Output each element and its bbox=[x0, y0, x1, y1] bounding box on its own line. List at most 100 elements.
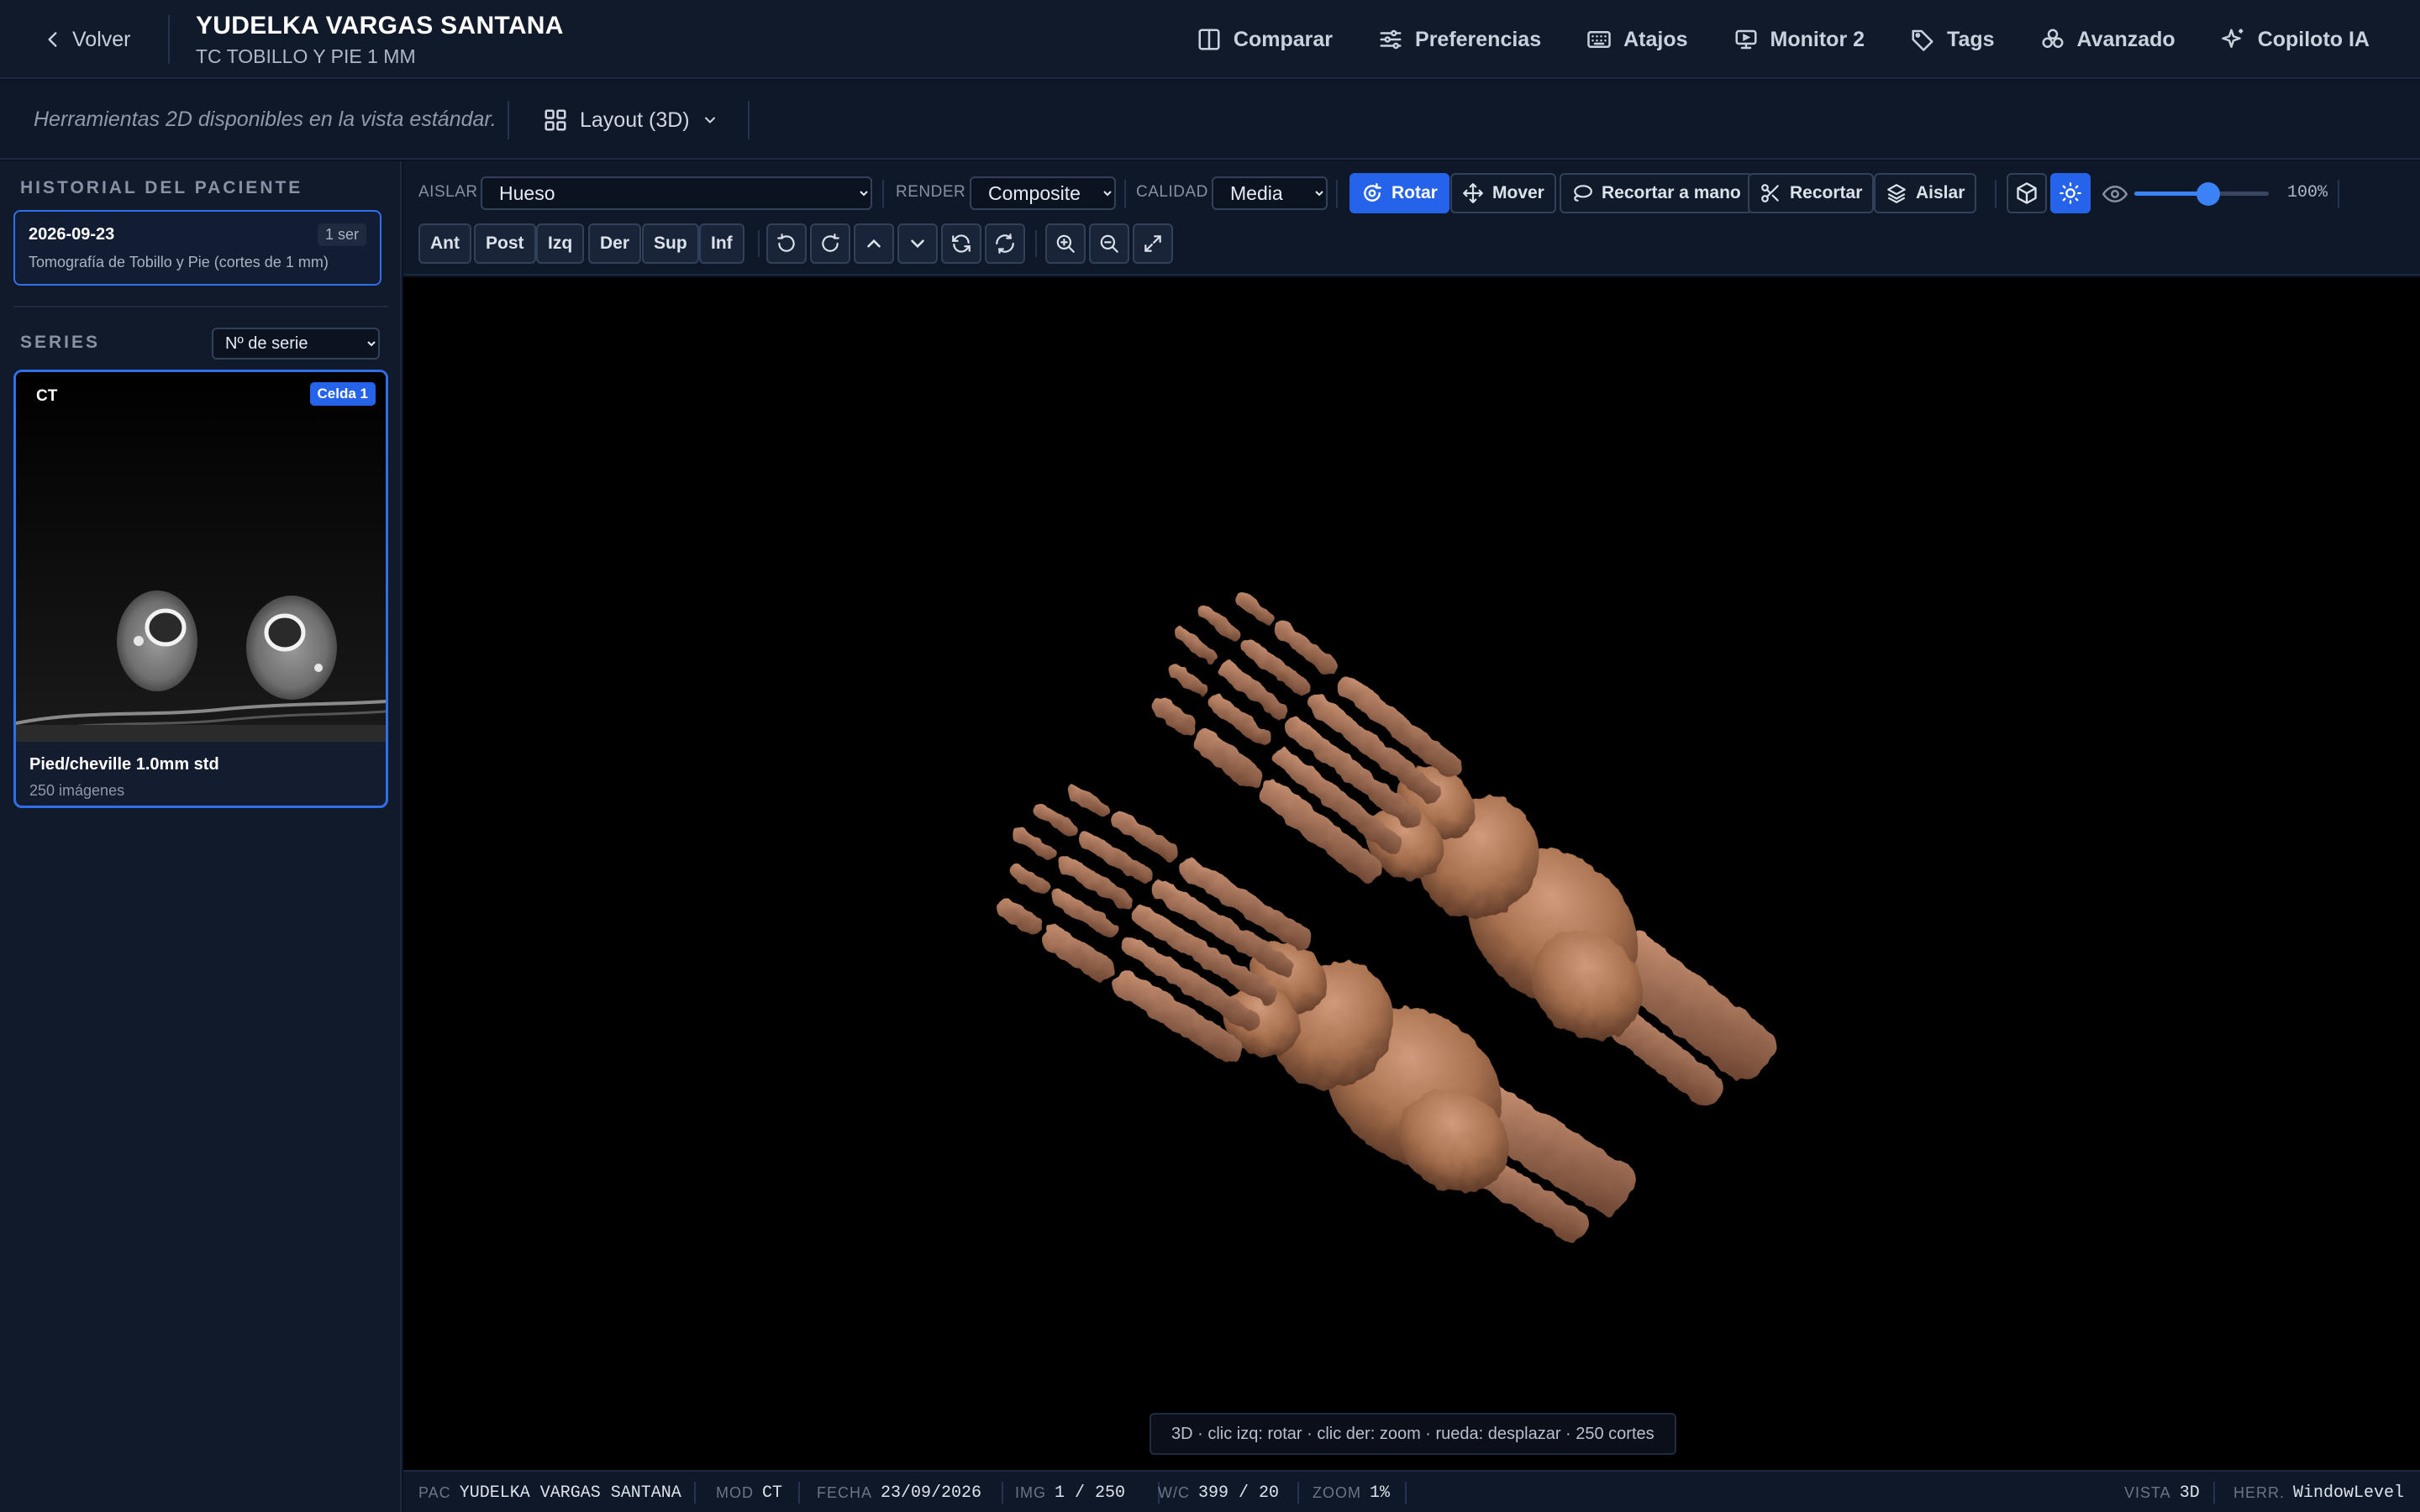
render-label: RENDER bbox=[896, 183, 966, 201]
reset-rotation-button[interactable] bbox=[985, 223, 1025, 264]
toolbar-divider bbox=[1035, 230, 1037, 257]
status-window-center: W/C 399 / 20 bbox=[1158, 1483, 1279, 1503]
status-value: WindowLevel bbox=[2293, 1483, 2405, 1503]
status-tool: HERR. WindowLevel bbox=[2233, 1483, 2404, 1503]
crop-label: Recortar bbox=[1790, 183, 1863, 202]
toolbar-divider bbox=[1124, 180, 1126, 208]
zoom-in-button[interactable] bbox=[1045, 223, 1086, 264]
series-sort-select[interactable]: Nº de serie bbox=[212, 328, 380, 360]
tilt-up-button[interactable] bbox=[854, 223, 894, 264]
quality-select[interactable]: Media bbox=[1212, 176, 1328, 210]
status-value: 1 / 250 bbox=[1055, 1483, 1126, 1503]
patient-block: YUDELKA VARGAS SANTANA TC TOBILLO Y PIE … bbox=[196, 12, 564, 68]
status-key: W/C bbox=[1158, 1484, 1190, 1501]
status-modality: MOD CT bbox=[716, 1483, 782, 1503]
ai-copilot-label: Copiloto IA bbox=[2257, 27, 2370, 51]
monitor-2-button[interactable]: Monitor 2 bbox=[1733, 27, 1865, 52]
viewport-hint: 3D · clic izq: rotar · clic der: zoom · … bbox=[1150, 1413, 1676, 1455]
series-image-count: 250 imágenes bbox=[29, 782, 125, 799]
rotate-3d-icon bbox=[1364, 182, 1381, 202]
molecule-icon bbox=[2042, 29, 2064, 48]
study-card-description: Tomografía de Tobillo y Pie (cortes de 1… bbox=[29, 254, 329, 270]
scissors-icon bbox=[1761, 184, 1779, 202]
isolate-select[interactable]: Hueso bbox=[481, 176, 872, 210]
status-divider bbox=[1405, 1482, 1407, 1504]
move-tool-button[interactable]: Mover bbox=[1450, 173, 1556, 213]
fit-view-button[interactable] bbox=[1133, 223, 1173, 264]
status-divider bbox=[798, 1482, 800, 1504]
render-select[interactable]: Composite bbox=[970, 176, 1116, 210]
top-actions: Comparar Preferencias Atajos Monitor 2 T… bbox=[1197, 20, 2370, 59]
columns-icon bbox=[1198, 29, 1220, 50]
status-divider bbox=[694, 1482, 696, 1504]
tags-button[interactable]: Tags bbox=[1910, 27, 1995, 52]
status-zoom: ZOOM 1% bbox=[1313, 1483, 1390, 1503]
status-divider bbox=[2213, 1482, 2215, 1504]
status-patient: PAC YUDELKA VARGAS SANTANA bbox=[418, 1483, 681, 1503]
advanced-button[interactable]: Avanzado bbox=[2040, 27, 2175, 52]
layers-icon bbox=[1887, 184, 1906, 203]
view-posterior-button[interactable]: Post bbox=[474, 223, 536, 264]
back-button[interactable]: Volver bbox=[42, 22, 130, 57]
chevron-down-icon bbox=[911, 239, 924, 249]
rotate-cw-icon bbox=[822, 234, 839, 252]
view-superior-button[interactable]: Sup bbox=[642, 223, 699, 264]
series-card[interactable]: CT Celda 1 Pied/cheville 1.0mm std 250 i… bbox=[13, 370, 388, 808]
ai-copilot-button[interactable]: Copiloto IA bbox=[2221, 27, 2370, 52]
eye-icon bbox=[2102, 185, 2128, 203]
advanced-label: Avanzado bbox=[2076, 27, 2175, 51]
rotate-tool-button[interactable]: Rotar bbox=[1349, 173, 1449, 213]
slider-thumb[interactable] bbox=[2196, 182, 2220, 206]
3d-viewport[interactable]: 3D · clic izq: rotar · clic der: zoom · … bbox=[403, 277, 2420, 1470]
preferences-button[interactable]: Preferencias bbox=[1378, 27, 1541, 52]
back-label: Volver bbox=[72, 27, 131, 51]
chevron-up-icon bbox=[867, 239, 881, 248]
zoom-out-icon bbox=[1100, 234, 1118, 253]
flip-horizontal-button[interactable] bbox=[941, 223, 981, 264]
chevron-left-icon bbox=[48, 32, 57, 47]
toolbar-divider bbox=[1995, 180, 1996, 208]
freehand-crop-button[interactable]: Recortar a mano bbox=[1560, 173, 1753, 213]
shortcuts-button[interactable]: Atajos bbox=[1586, 27, 1688, 52]
lighting-button[interactable] bbox=[2050, 173, 2091, 213]
rotate-left-button[interactable] bbox=[766, 223, 807, 264]
lasso-icon bbox=[1574, 185, 1592, 202]
compare-label: Comparar bbox=[1233, 27, 1334, 51]
refresh-icon bbox=[952, 234, 971, 253]
compare-button[interactable]: Comparar bbox=[1197, 27, 1333, 52]
cell-badge: Celda 1 bbox=[309, 382, 376, 406]
series-thumbnail bbox=[16, 372, 386, 742]
tags-label: Tags bbox=[1947, 27, 1995, 51]
study-description: TC TOBILLO Y PIE 1 MM bbox=[196, 45, 416, 67]
isolate-tool-button[interactable]: Aislar bbox=[1874, 173, 1977, 213]
status-key: ZOOM bbox=[1313, 1484, 1361, 1501]
cube-view-button[interactable] bbox=[2007, 173, 2047, 213]
opacity-slider[interactable] bbox=[2134, 178, 2269, 208]
freehand-crop-label: Recortar a mano bbox=[1602, 183, 1741, 202]
series-modality: CT bbox=[36, 387, 58, 405]
toolbar-divider bbox=[508, 101, 509, 139]
tilt-down-button[interactable] bbox=[897, 223, 938, 264]
status-value: 3D bbox=[2179, 1483, 2200, 1503]
view-inferior-button[interactable]: Inf bbox=[699, 223, 744, 264]
crop-tool-button[interactable]: Recortar bbox=[1748, 173, 1875, 213]
zoom-out-button[interactable] bbox=[1089, 223, 1129, 264]
rotate-label: Rotar bbox=[1392, 183, 1438, 202]
patient-sidebar: HISTORIAL DEL PACIENTE 2026-09-23 1 ser … bbox=[0, 161, 402, 1512]
preferences-label: Preferencias bbox=[1415, 27, 1542, 51]
history-study-card[interactable]: 2026-09-23 1 ser Tomografía de Tobillo y… bbox=[13, 210, 381, 286]
series-name: Pied/cheville 1.0mm std bbox=[29, 755, 219, 774]
view-left-button[interactable]: Izq bbox=[536, 223, 585, 264]
cube-icon bbox=[2017, 182, 2037, 204]
rotate-right-button[interactable] bbox=[810, 223, 850, 264]
layout-dropdown[interactable]: Layout (3D) bbox=[543, 101, 718, 139]
history-section-title: HISTORIAL DEL PACIENTE bbox=[20, 178, 303, 197]
header-divider bbox=[168, 15, 170, 64]
view-anterior-button[interactable]: Ant bbox=[418, 223, 471, 264]
view-right-button[interactable]: Der bbox=[588, 223, 642, 264]
expand-icon bbox=[1144, 235, 1161, 252]
chevron-down-icon bbox=[704, 117, 715, 123]
tools-2d-hint: Herramientas 2D disponibles en la vista … bbox=[34, 108, 497, 131]
keyboard-icon bbox=[1587, 31, 1611, 48]
status-key: VISTA bbox=[2124, 1484, 2171, 1501]
